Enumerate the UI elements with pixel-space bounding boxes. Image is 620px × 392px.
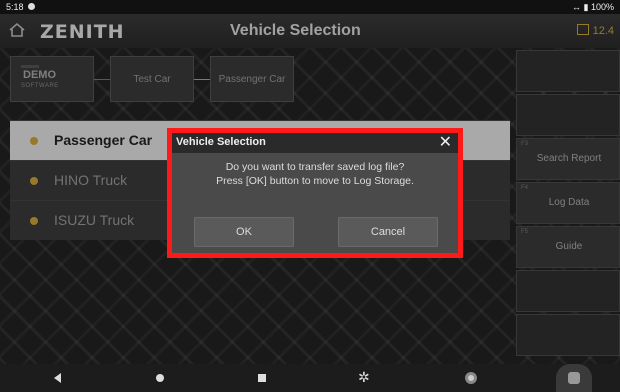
screen: 5:18 ↔ ▮ 100% ZENITH Vehicle Selection 1… [0,0,620,392]
vci-connection-icon[interactable] [556,364,592,392]
dialog-title: Vehicle Selection [176,136,266,148]
confirm-dialog: Vehicle Selection ✕ Do you want to trans… [167,128,463,258]
notification-icon [28,3,35,10]
system-nav-bar: ✲ [0,364,620,392]
dialog-message-line1: Do you want to transfer saved log file? [225,161,405,173]
back-icon[interactable] [54,373,61,383]
battery-status: ↔ ▮ 100% [572,2,614,12]
close-icon[interactable]: ✕ [439,133,452,153]
browser-icon[interactable] [465,372,477,384]
settings-gear-icon[interactable]: ✲ [358,369,370,386]
cancel-button[interactable]: Cancel [338,217,438,247]
ok-button[interactable]: OK [194,217,294,247]
status-bar: 5:18 ↔ ▮ 100% [0,0,620,14]
recent-apps-icon[interactable] [258,374,266,382]
home-nav-icon[interactable] [156,374,164,382]
dialog-message-line2: Press [OK] button to move to Log Storage… [216,175,414,187]
status-time: 5:18 [6,2,24,12]
dialog-header: Vehicle Selection ✕ [172,133,458,153]
